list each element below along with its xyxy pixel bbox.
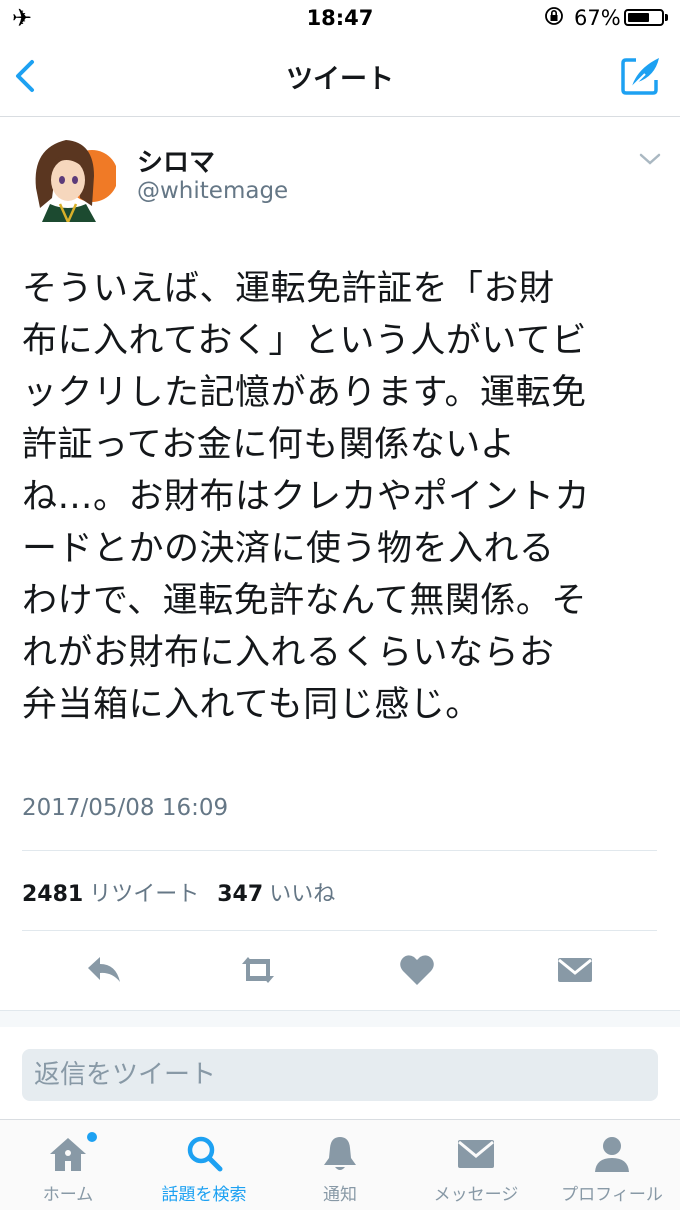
tab-label: メッセージ — [433, 1185, 519, 1205]
tweet-text-line: 布に入れておく」という人がいてビ — [22, 321, 587, 361]
battery-tip — [665, 14, 668, 21]
action-bar — [0, 940, 680, 1002]
bell-icon — [324, 1137, 356, 1170]
tweet-header: シロマ @whitemage — [0, 116, 680, 236]
orientation-lock-icon — [545, 7, 563, 25]
like-icon[interactable] — [397, 950, 437, 990]
tweet-text-line: そういえば、運転免許証を「お財 — [22, 269, 555, 309]
tab-search[interactable]: 話題を検索 — [136, 1120, 272, 1210]
tweet-text-line: れがお財布に入れるくらいならお — [22, 633, 555, 673]
status-bar: ✈ 18:47 67% — [0, 0, 680, 38]
home-icon — [50, 1138, 86, 1171]
divider — [22, 850, 657, 851]
username[interactable]: @whitemage — [137, 178, 288, 204]
tab-bar: ホーム 話題を検索 通知 メッセージ プロフィール — [0, 1119, 680, 1210]
tweet-text: そういえば、運転免許証を「お財 布に入れておく」という人がいてビ ックリした記憶… — [22, 263, 662, 731]
person-icon — [595, 1137, 629, 1172]
reply-input[interactable] — [22, 1049, 658, 1101]
retweet-icon[interactable] — [238, 950, 278, 990]
search-icon — [187, 1136, 223, 1172]
avatar-image — [22, 128, 116, 222]
page-title: ツイート — [286, 64, 394, 95]
reply-icon[interactable] — [84, 950, 124, 990]
retweet-count[interactable]: 2481 — [22, 882, 83, 907]
tweet-text-line: 許証ってお金に何も関係ないよ — [22, 425, 516, 465]
tab-label: プロフィール — [561, 1185, 663, 1205]
display-name[interactable]: シロマ — [137, 142, 215, 179]
direct-message-icon[interactable] — [555, 950, 595, 990]
tab-messages[interactable]: メッセージ — [408, 1120, 544, 1210]
tab-profile[interactable]: プロフィール — [544, 1120, 680, 1210]
tweet-text-line: ね…。お財布はクレカやポイントカ — [22, 477, 591, 517]
nav-bar: ツイート — [0, 38, 680, 117]
tab-home[interactable]: ホーム — [0, 1120, 136, 1210]
like-count-label[interactable]: いいね — [269, 882, 335, 907]
like-count[interactable]: 347 — [217, 882, 263, 907]
tweet-text-line: ードとかの決済に使う物を入れる — [22, 529, 555, 569]
section-gap — [0, 1010, 680, 1028]
tab-notifications[interactable]: 通知 — [272, 1120, 408, 1210]
tweet-stats: 2481 リツイート 347 いいね — [22, 876, 353, 908]
reply-bar — [0, 1027, 680, 1119]
battery-percentage: 67% — [574, 6, 621, 30]
avatar[interactable] — [22, 128, 116, 222]
tab-label: ホーム — [42, 1185, 94, 1205]
tweet-text-line: 弁当箱に入れても同じ感じ。 — [22, 685, 481, 725]
tab-label: 通知 — [323, 1185, 357, 1205]
tweet-text-line: わけで、運転免許なんて無関係。そ — [22, 581, 587, 621]
notification-dot — [87, 1132, 97, 1142]
retweet-count-label[interactable]: リツイート — [89, 882, 199, 907]
tweet-timestamp: 2017/05/08 16:09 — [22, 795, 229, 821]
divider — [22, 930, 657, 931]
chevron-down-icon[interactable] — [638, 152, 662, 166]
battery-icon — [624, 9, 664, 26]
envelope-icon — [458, 1140, 494, 1168]
tab-label: 話題を検索 — [161, 1185, 247, 1205]
compose-tweet-icon[interactable] — [618, 54, 664, 98]
tweet-text-line: ックリした記憶があります。運転免 — [22, 373, 587, 413]
